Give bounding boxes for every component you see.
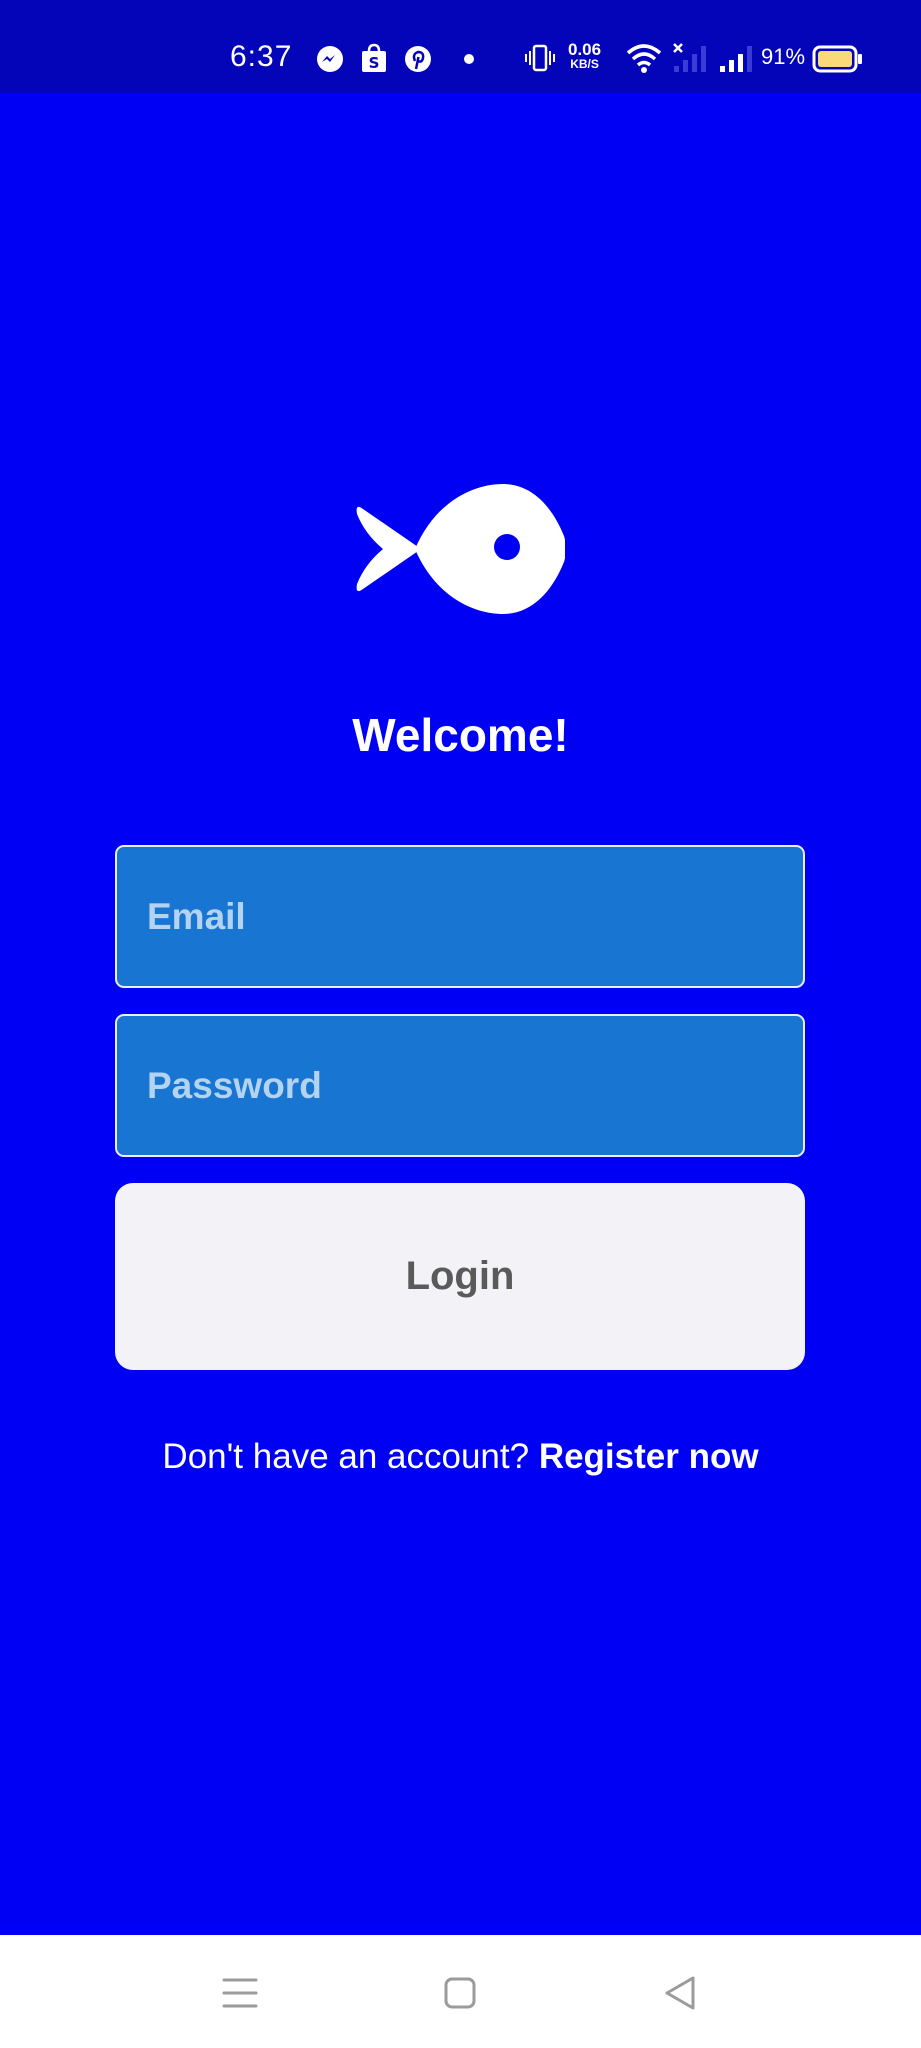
register-prompt-row: Don't have an account? Register now xyxy=(0,1437,921,1477)
battery-icon xyxy=(812,45,862,73)
signal-icon xyxy=(720,46,752,72)
network-speed: 0.06 KB/S xyxy=(568,40,602,72)
vibrate-icon xyxy=(525,44,555,72)
register-prompt-text: Don't have an account? xyxy=(162,1437,539,1476)
messenger-icon xyxy=(317,46,343,72)
battery-percent: 91% xyxy=(761,44,806,69)
network-speed-unit: KB/S xyxy=(570,57,599,71)
back-icon[interactable] xyxy=(650,1963,710,2023)
network-speed-value: 0.06 xyxy=(568,40,602,59)
login-screen: 6:37 S 0.06 KB/S 91% Welcome! Email Logi… xyxy=(0,0,921,2048)
home-icon[interactable] xyxy=(430,1963,490,2023)
wifi-icon xyxy=(626,44,662,73)
menu-icon[interactable] xyxy=(210,1963,270,2023)
dot-icon xyxy=(464,54,474,64)
login-button[interactable]: Login xyxy=(115,1183,805,1370)
pinterest-icon xyxy=(405,46,431,72)
signal-no-service-icon xyxy=(673,43,706,72)
status-bar: 6:37 S 0.06 KB/S 91% xyxy=(0,0,921,93)
navigation-bar xyxy=(0,1935,921,2048)
register-now-link[interactable]: Register now xyxy=(539,1437,759,1476)
password-input[interactable] xyxy=(147,1016,767,1155)
svg-text:S: S xyxy=(369,54,380,72)
email-input[interactable] xyxy=(147,847,767,986)
fish-icon xyxy=(356,484,565,614)
email-field[interactable] xyxy=(115,845,805,988)
welcome-heading: Welcome! xyxy=(352,709,569,761)
password-field[interactable] xyxy=(115,1014,805,1157)
status-time: 6:37 xyxy=(230,40,293,73)
shopping-bag-icon: S xyxy=(362,43,386,72)
